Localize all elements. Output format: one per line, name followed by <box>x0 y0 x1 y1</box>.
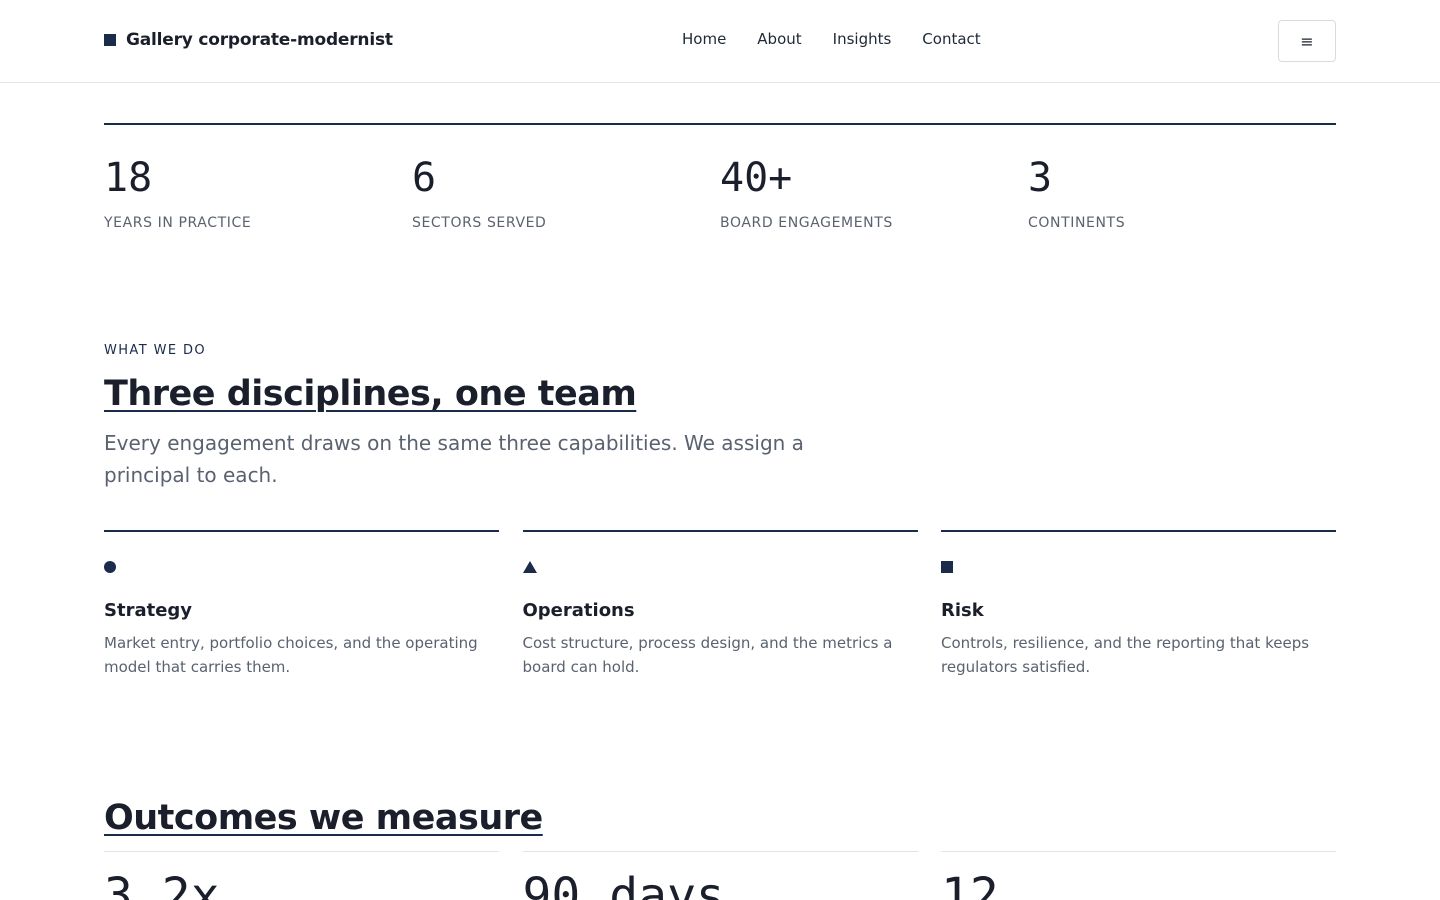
circle-icon <box>104 561 116 573</box>
section-title: Three disciplines, one team <box>104 374 637 414</box>
section-lede: Every engagement draws on the same three… <box>104 431 804 487</box>
nav-about[interactable]: About <box>757 30 801 48</box>
site-header: Gallery corporate-modernist Home About I… <box>0 0 1440 83</box>
stat-continents: 3 CONTINENTS <box>1028 125 1336 231</box>
card-title: Strategy <box>104 600 193 621</box>
outcomes-title: Outcomes we measure <box>104 798 543 838</box>
stat-sectors: 6 SECTORS SERVED <box>412 125 720 231</box>
outcome-value: 90 days <box>522 868 725 900</box>
outcome-value: 12 <box>941 868 999 900</box>
menu-button[interactable]: ≡ <box>1278 20 1336 62</box>
stat-value: 3 <box>1028 155 1053 201</box>
outcomes-row: 3.2x 90 days 12 <box>104 851 1336 900</box>
brand-square-icon <box>104 34 116 46</box>
outcome-item: 12 <box>941 851 1336 900</box>
service-card-risk: Risk Controls, resilience, and the repor… <box>941 530 1336 679</box>
hamburger-icon: ≡ <box>1300 31 1314 51</box>
nav-insights[interactable]: Insights <box>833 30 892 48</box>
nav-contact[interactable]: Contact <box>922 30 980 48</box>
card-text: Controls, resilience, and the reporting … <box>941 634 1310 676</box>
stat-value: 40+ <box>720 155 793 201</box>
outcome-value: 3.2x <box>104 868 220 900</box>
main-nav: Home About Insights Contact <box>682 30 1012 48</box>
card-text: Market entry, portfolio choices, and the… <box>104 634 478 676</box>
service-card-operations: Operations Cost structure, process desig… <box>522 530 918 679</box>
card-title: Risk <box>941 600 984 621</box>
card-text: Cost structure, process design, and the … <box>522 634 893 676</box>
square-icon <box>941 561 953 573</box>
card-title: Operations <box>522 600 635 621</box>
brand-logo[interactable]: Gallery corporate-modernist <box>104 30 393 50</box>
stat-value: 18 <box>104 155 153 201</box>
nav-home[interactable]: Home <box>682 30 726 48</box>
triangle-icon <box>522 561 537 573</box>
stat-label: SECTORS SERVED <box>412 215 547 231</box>
stat-label: CONTINENTS <box>1028 215 1126 231</box>
section-eyebrow: WHAT WE DO <box>104 343 207 358</box>
stats-row: 18 YEARS IN PRACTICE 6 SECTORS SERVED 40… <box>104 123 1336 231</box>
outcome-item: 3.2x <box>104 851 499 900</box>
service-card-strategy: Strategy Market entry, portfolio choices… <box>104 530 499 679</box>
stat-value: 6 <box>412 155 437 201</box>
brand-name: Gallery corporate-modernist <box>126 30 393 50</box>
stat-years: 18 YEARS IN PRACTICE <box>104 125 412 231</box>
stat-engagements: 40+ BOARD ENGAGEMENTS <box>720 125 1028 231</box>
services-cards: Strategy Market entry, portfolio choices… <box>104 530 1336 679</box>
stat-label: BOARD ENGAGEMENTS <box>720 215 893 231</box>
outcome-item: 90 days <box>522 851 918 900</box>
stat-label: YEARS IN PRACTICE <box>104 215 252 231</box>
